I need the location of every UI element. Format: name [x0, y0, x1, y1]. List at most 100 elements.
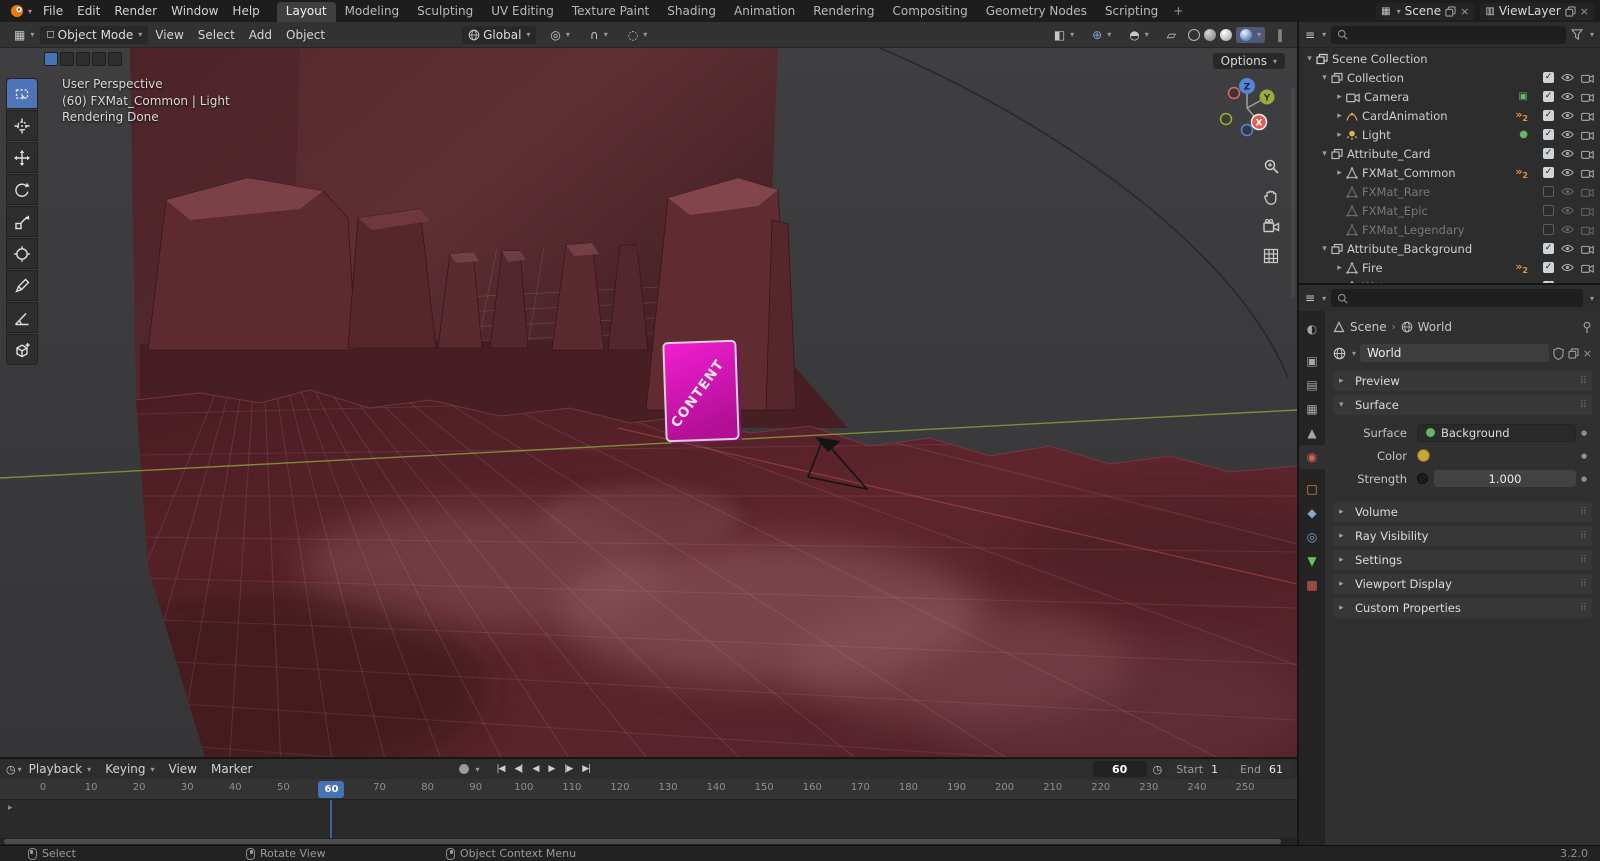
properties-tab-object[interactable]: □: [1299, 477, 1325, 501]
outliner-search-input[interactable]: [1331, 25, 1566, 44]
outliner-row-fxmat-common[interactable]: ▸ FXMat_Common »2 ✓: [1299, 163, 1600, 182]
rendered-shading-button[interactable]: ▾: [1235, 26, 1265, 43]
properties-tab-scene[interactable]: ▲: [1299, 421, 1325, 445]
pivot-point-dropdown[interactable]: ◎ ▾: [544, 26, 576, 44]
timeline-menu-view[interactable]: View: [162, 762, 204, 776]
properties-tab-output[interactable]: ▤: [1299, 373, 1325, 397]
outliner-row-fire[interactable]: ▸ Fire »2 ✓: [1299, 258, 1600, 277]
breadcrumb-scene[interactable]: Scene: [1350, 320, 1387, 334]
workspace-tab-texture-paint[interactable]: Texture Paint: [563, 2, 658, 22]
frame-end-field[interactable]: End 61: [1232, 761, 1291, 777]
jump-to-start-button[interactable]: |◀: [492, 764, 510, 774]
timeline-menu-marker[interactable]: Marker: [204, 762, 259, 776]
outliner-row-fxmat-epic[interactable]: FXMat_Epic: [1299, 201, 1600, 220]
outliner-row-attribute-background[interactable]: ▾ Attribute_Background ✓: [1299, 239, 1600, 258]
outliner-row-attribute-card[interactable]: ▾ Attribute_Card ✓: [1299, 144, 1600, 163]
hide-eye-icon[interactable]: [1561, 149, 1574, 158]
tool-rotate[interactable]: [6, 174, 38, 205]
disable-render-icon[interactable]: [1581, 244, 1594, 254]
viewport-canvas[interactable]: CONTENT User Perspective (60) FXMat_Comm…: [0, 48, 1297, 757]
hide-eye-icon[interactable]: [1561, 263, 1574, 272]
play-button[interactable]: ▶: [543, 764, 559, 774]
outliner-row-fxmat-rare[interactable]: FXMat_Rare: [1299, 182, 1600, 201]
options-button[interactable]: Options ▾: [1212, 53, 1285, 69]
properties-tab-render[interactable]: ▣: [1299, 349, 1325, 373]
zoom-icon[interactable]: [1261, 156, 1281, 176]
tool-move[interactable]: [6, 142, 38, 173]
properties-tab-world[interactable]: ◉: [1299, 445, 1325, 469]
orthographic-toggle-icon[interactable]: [1261, 246, 1281, 266]
outliner-row-camera[interactable]: ▸ Camera ▣ ✓: [1299, 87, 1600, 106]
workspace-tab-compositing[interactable]: Compositing: [883, 2, 976, 22]
timeline-menu-playback[interactable]: Playback ▾: [22, 762, 99, 776]
material-shading-button[interactable]: [1219, 28, 1232, 41]
properties-search-input[interactable]: [1331, 289, 1583, 307]
navigation-gizmo[interactable]: Z Y X: [1213, 74, 1281, 142]
viewport-menu-select[interactable]: Select: [191, 26, 242, 44]
select-mode-button[interactable]: [44, 52, 58, 66]
new-datablock-icon[interactable]: [1568, 348, 1579, 359]
properties-tab-physics[interactable]: ◎: [1299, 525, 1325, 549]
exclude-checkbox[interactable]: ✓: [1543, 262, 1554, 273]
select-mode-button[interactable]: [108, 52, 122, 66]
hide-eye-icon[interactable]: [1561, 130, 1574, 139]
add-workspace-button[interactable]: +: [1167, 2, 1189, 22]
panel-header-ray-visibility[interactable]: ▸ Ray Visibility ⠿: [1333, 526, 1592, 546]
world-datablock-icon[interactable]: [1333, 347, 1346, 360]
disable-render-icon[interactable]: [1581, 130, 1594, 140]
gizmos-dropdown[interactable]: ⊕ ▾: [1086, 26, 1117, 44]
disable-render-icon[interactable]: [1581, 168, 1594, 178]
viewport-menu-add[interactable]: Add: [242, 26, 279, 44]
exclude-checkbox[interactable]: [1543, 224, 1554, 235]
unlink-scene-icon[interactable]: ×: [1460, 5, 1469, 18]
transform-orientation-dropdown[interactable]: Global ▾: [462, 25, 537, 44]
fake-user-icon[interactable]: [1553, 347, 1564, 360]
tool-cursor[interactable]: [6, 110, 38, 141]
pan-hand-icon[interactable]: [1261, 186, 1281, 206]
viewlayer-selector[interactable]: ▥ ViewLayer ×: [1480, 2, 1594, 20]
exclude-checkbox[interactable]: ✓: [1543, 72, 1554, 83]
workspace-tab-animation[interactable]: Animation: [725, 2, 804, 22]
menu-help[interactable]: Help: [225, 4, 266, 18]
viewport-menu-view[interactable]: View: [148, 26, 190, 44]
surface-shader-button[interactable]: Background: [1417, 423, 1576, 442]
menu-file[interactable]: File: [36, 4, 70, 18]
hide-eye-icon[interactable]: [1561, 244, 1574, 253]
channels-expand-icon[interactable]: ▸: [8, 803, 13, 813]
outliner-row-fxmat-legendary[interactable]: FXMat_Legendary: [1299, 220, 1600, 239]
editor-type-button[interactable]: ▦ ▾: [8, 26, 40, 44]
timeline-scrollbar[interactable]: [4, 839, 1281, 844]
workspace-tab-shading[interactable]: Shading: [658, 2, 725, 22]
object-visibility-dropdown[interactable]: ◧ ▾: [1048, 26, 1080, 44]
exclude-checkbox[interactable]: [1543, 186, 1554, 197]
disable-render-icon[interactable]: [1581, 263, 1594, 273]
workspace-tab-rendering[interactable]: Rendering: [804, 2, 883, 22]
world-name-field[interactable]: World: [1360, 344, 1549, 362]
new-scene-icon[interactable]: [1445, 6, 1456, 17]
jump-to-prev-keyframe-button[interactable]: ◀|: [509, 764, 527, 774]
auto-keying-button[interactable]: [459, 764, 470, 774]
outliner-row-cardanimation[interactable]: ▸ CardAnimation »2 ✓: [1299, 106, 1600, 125]
filter-icon[interactable]: [1571, 29, 1583, 40]
exclude-checkbox[interactable]: ✓: [1543, 91, 1554, 102]
panel-header-viewport-display[interactable]: ▸ Viewport Display ⠿: [1333, 574, 1592, 594]
menu-edit[interactable]: Edit: [70, 4, 107, 18]
current-frame-field[interactable]: 60: [1092, 761, 1147, 777]
tool-measure[interactable]: [6, 302, 38, 333]
hide-eye-icon[interactable]: [1561, 92, 1574, 101]
overlays-dropdown[interactable]: ◓ ▾: [1123, 26, 1155, 44]
timeline-tracks[interactable]: ▸: [0, 800, 1297, 838]
disable-render-icon[interactable]: [1581, 92, 1594, 102]
exclude-checkbox[interactable]: ✓: [1543, 167, 1554, 178]
strength-field[interactable]: 1.000: [1434, 470, 1576, 487]
panel-header-volume[interactable]: ▸ Volume ⠿: [1333, 502, 1592, 522]
tool-annotate[interactable]: [6, 270, 38, 301]
workspace-tab-layout[interactable]: Layout: [276, 2, 336, 22]
timeline-menu-keying[interactable]: Keying ▾: [98, 762, 161, 776]
outliner-row-collection[interactable]: ▾ Collection ✓: [1299, 68, 1600, 87]
hide-eye-icon[interactable]: [1561, 73, 1574, 82]
disable-render-icon[interactable]: [1581, 187, 1594, 197]
breadcrumb-world[interactable]: World: [1418, 320, 1452, 334]
properties-editor-icon[interactable]: ≡: [1305, 291, 1315, 305]
current-frame-marker[interactable]: 60: [318, 781, 345, 798]
